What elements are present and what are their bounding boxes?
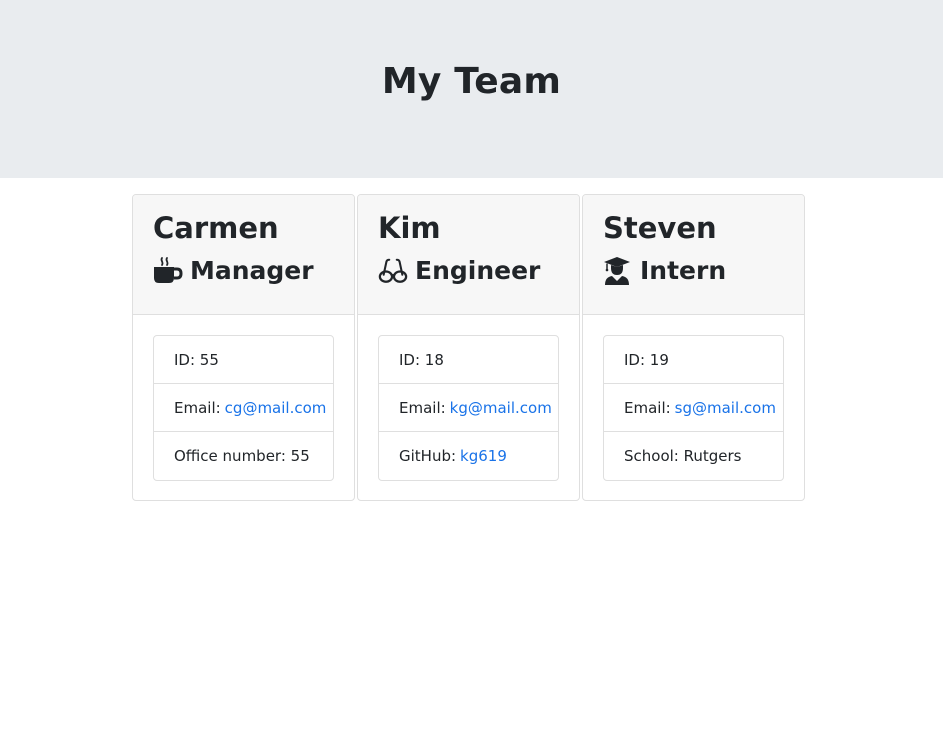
info-list: ID: 55 Email: cg@mail.com Office number:… [153, 335, 334, 481]
email-link[interactable]: cg@mail.com [225, 399, 327, 417]
role-label: Manager [190, 256, 314, 285]
employee-name: Carmen [153, 211, 279, 245]
info-list: ID: 19 Email: sg@mail.com School: Rutger… [603, 335, 784, 481]
card-body: ID: 19 Email: sg@mail.com School: Rutger… [583, 315, 804, 481]
employee-name: Kim [378, 211, 441, 245]
employee-name: Steven [603, 211, 717, 245]
github-item: GitHub: kg619 [379, 432, 558, 480]
office-number-text: Office number: 55 [174, 447, 310, 465]
email-item: Email: sg@mail.com [604, 384, 783, 432]
graduate-icon [603, 257, 633, 285]
page-title: My Team [381, 60, 562, 102]
glasses-icon [378, 257, 408, 285]
email-link[interactable]: sg@mail.com [675, 399, 776, 417]
email-label: Email: [174, 398, 221, 417]
id-text: ID: 19 [624, 350, 669, 369]
employee-role: Manager [153, 257, 334, 285]
id-text: ID: 18 [399, 350, 444, 369]
employee-card-manager: Carmen Manager ID: 55 Email: cg@mail.com… [132, 194, 355, 501]
school-text: School: Rutgers [624, 447, 742, 465]
page-header: My Team [0, 0, 943, 178]
id-item: ID: 19 [604, 336, 783, 384]
team-cards: Carmen Manager ID: 55 Email: cg@mail.com… [132, 194, 805, 501]
email-link[interactable]: kg@mail.com [450, 399, 552, 417]
id-item: ID: 55 [154, 336, 333, 384]
email-item: Email: cg@mail.com [154, 384, 333, 432]
email-item: Email: kg@mail.com [379, 384, 558, 432]
office-number-item: Office number: 55 [154, 432, 333, 480]
employee-role: Engineer [378, 257, 559, 285]
role-label: Engineer [415, 256, 541, 285]
role-label: Intern [640, 256, 727, 285]
card-body: ID: 55 Email: cg@mail.com Office number:… [133, 315, 354, 481]
id-item: ID: 18 [379, 336, 558, 384]
mug-icon [153, 257, 183, 285]
school-item: School: Rutgers [604, 432, 783, 480]
id-text: ID: 55 [174, 350, 219, 369]
card-header: Steven Intern [583, 195, 804, 315]
employee-card-engineer: Kim Engineer ID: 18 Email: kg@mail.com G… [357, 194, 580, 501]
card-body: ID: 18 Email: kg@mail.com GitHub: kg619 [358, 315, 579, 481]
email-label: Email: [624, 398, 671, 417]
employee-card-intern: Steven Intern ID: 19 Email: sg@mail.com … [582, 194, 805, 501]
info-list: ID: 18 Email: kg@mail.com GitHub: kg619 [378, 335, 559, 481]
github-link[interactable]: kg619 [460, 447, 507, 465]
card-header: Kim Engineer [358, 195, 579, 315]
email-label: Email: [399, 398, 446, 417]
card-header: Carmen Manager [133, 195, 354, 315]
github-label: GitHub: [399, 447, 457, 465]
employee-role: Intern [603, 257, 784, 285]
